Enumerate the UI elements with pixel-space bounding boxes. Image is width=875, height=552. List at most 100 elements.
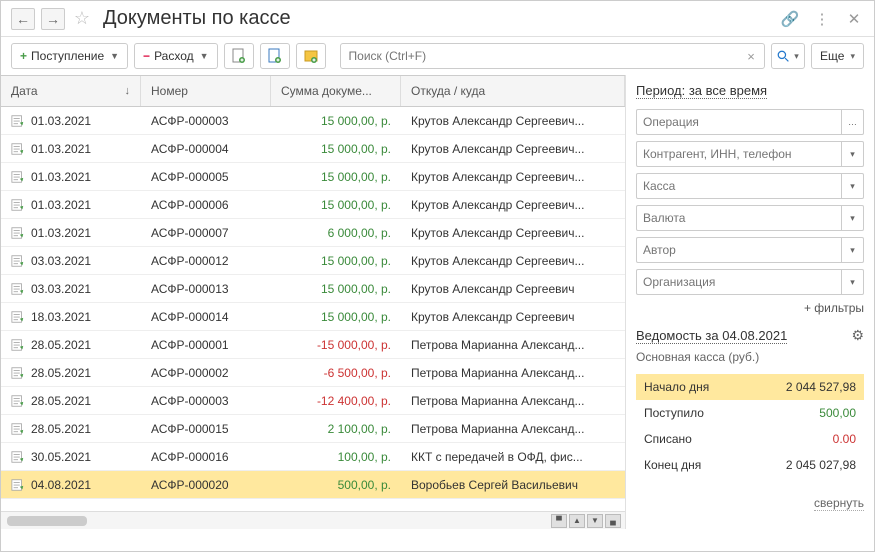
filter-author-dd[interactable]: ▾ [842,237,864,263]
col-where[interactable]: Откуда / куда [401,76,625,106]
link-icon[interactable]: 🔗 [780,9,800,29]
doc-action-2-button[interactable] [260,43,290,69]
search-input[interactable] [340,43,766,69]
cell-where: Крутов Александр Сергеевич [401,278,625,300]
cell-date: 01.03.2021 [31,114,91,128]
cell-amount: 6 000,00, р. [271,222,401,244]
scroll-first-button[interactable]: ▀ [551,514,567,528]
cell-where: Петрова Марианна Александ... [401,334,625,356]
document-icon [11,478,25,492]
plus-icon: + [20,49,27,63]
favorite-icon[interactable]: ☆ [71,8,93,30]
statement-row-value: 500,00 [819,406,856,420]
table-row[interactable]: 28.05.2021АСФР-000001-15 000,00, р.Петро… [1,331,625,359]
statement-row: Начало дня2 044 527,98 [636,374,864,400]
scroll-down-button[interactable]: ▼ [587,514,603,528]
scroll-last-button[interactable]: ▄ [605,514,621,528]
document-icon [11,282,25,296]
filter-cash-dd[interactable]: ▾ [842,173,864,199]
period-link[interactable]: Период: за все время [636,83,767,99]
filter-org-dd[interactable]: ▾ [842,269,864,295]
cell-where: Петрова Марианна Александ... [401,418,625,440]
cell-number: АСФР-000005 [141,166,271,188]
toolbar: + Поступление ▼ − Расход ▼ × ▾ Еще ▾ [1,37,874,75]
cell-date: 01.03.2021 [31,170,91,184]
more-button[interactable]: Еще ▾ [811,43,864,69]
table-row[interactable]: 28.05.2021АСФР-000002-6 500,00, р.Петров… [1,359,625,387]
cell-where: Крутов Александр Сергеевич... [401,138,625,160]
filter-operation-more[interactable]: … [842,109,864,135]
cell-where: Петрова Марианна Александ... [401,362,625,384]
forward-button[interactable]: → [41,8,65,30]
table-row[interactable]: 28.05.2021АСФР-0000152 100,00, р.Петрова… [1,415,625,443]
scroll-thumb[interactable] [7,516,87,526]
collapse-link[interactable]: свернуть [814,496,864,511]
document-table: Дата ↓ Номер Сумма докуме... Откуда / куд… [1,75,626,529]
filter-counterparty-dd[interactable]: ▾ [842,141,864,167]
document-icon [11,254,25,268]
page-title: Документы по кассе [103,7,768,30]
sort-down-icon: ↓ [125,85,131,97]
document-icon [11,226,25,240]
search-button[interactable]: ▾ [771,43,805,69]
cell-date: 03.03.2021 [31,254,91,268]
filter-cash[interactable] [636,173,842,199]
cell-number: АСФР-000006 [141,194,271,216]
cell-date: 04.08.2021 [31,478,91,492]
col-sum[interactable]: Сумма докуме... [271,76,401,106]
cell-date: 28.05.2021 [31,338,91,352]
doc-action-3-button[interactable] [296,43,326,69]
filter-author[interactable] [636,237,842,263]
filter-org[interactable] [636,269,842,295]
table-row[interactable]: 01.03.2021АСФР-00000615 000,00, р.Крутов… [1,191,625,219]
cell-where: Крутов Александр Сергеевич... [401,222,625,244]
cell-amount: 15 000,00, р. [271,278,401,300]
caret-down-icon: ▾ [794,51,799,62]
col-date[interactable]: Дата ↓ [1,76,141,106]
table-row[interactable]: 18.03.2021АСФР-00001415 000,00, р.Крутов… [1,303,625,331]
cell-where: ККТ с передачей в ОФД, фис... [401,446,625,468]
table-row[interactable]: 01.03.2021АСФР-00000415 000,00, р.Крутов… [1,135,625,163]
col-number[interactable]: Номер [141,76,271,106]
cell-number: АСФР-000014 [141,306,271,328]
back-button[interactable]: ← [11,8,35,30]
doc-action-1-button[interactable] [224,43,254,69]
document-icon [11,142,25,156]
cell-number: АСФР-000016 [141,446,271,468]
cell-where: Крутов Александр Сергеевич [401,306,625,328]
filter-operation[interactable] [636,109,842,135]
menu-icon[interactable]: ⋮ [812,9,832,29]
filter-currency-dd[interactable]: ▾ [842,205,864,231]
close-icon[interactable]: ✕ [844,9,864,29]
window-header: ← → ☆ Документы по кассе 🔗 ⋮ ✕ [1,1,874,37]
cell-where: Крутов Александр Сергеевич... [401,166,625,188]
cell-amount: 15 000,00, р. [271,306,401,328]
cell-where: Крутов Александр Сергеевич... [401,110,625,132]
table-row[interactable]: 28.05.2021АСФР-000003-12 400,00, р.Петро… [1,387,625,415]
table-row[interactable]: 04.08.2021АСФР-000020500,00, р.Воробьев … [1,471,625,499]
gear-icon[interactable]: ⚙ [851,327,864,344]
cell-amount: 15 000,00, р. [271,110,401,132]
table-row[interactable]: 01.03.2021АСФР-0000076 000,00, р.Крутов … [1,219,625,247]
cell-where: Петрова Марианна Александ... [401,390,625,412]
filter-currency[interactable] [636,205,842,231]
cell-number: АСФР-000007 [141,222,271,244]
search-clear-icon[interactable]: × [741,46,761,66]
cell-number: АСФР-000015 [141,418,271,440]
statement-row-value: 2 045 027,98 [786,458,856,472]
scroll-up-button[interactable]: ▲ [569,514,585,528]
table-body: 01.03.2021АСФР-00000315 000,00, р.Крутов… [1,107,625,511]
filter-counterparty[interactable] [636,141,842,167]
col-date-label: Дата [11,84,38,98]
table-row[interactable]: 30.05.2021АСФР-000016100,00, р.ККТ с пер… [1,443,625,471]
table-row[interactable]: 03.03.2021АСФР-00001215 000,00, р.Крутов… [1,247,625,275]
income-button[interactable]: + Поступление ▼ [11,43,128,69]
table-row[interactable]: 03.03.2021АСФР-00001315 000,00, р.Крутов… [1,275,625,303]
table-row[interactable]: 01.03.2021АСФР-00000515 000,00, р.Крутов… [1,163,625,191]
add-filters-link[interactable]: + фильтры [636,301,864,315]
document-icon [11,450,25,464]
expense-button[interactable]: − Расход ▼ [134,43,218,69]
table-row[interactable]: 01.03.2021АСФР-00000315 000,00, р.Крутов… [1,107,625,135]
statement-subtitle: Основная касса (руб.) [636,350,864,364]
statement-link[interactable]: Ведомость за 04.08.2021 [636,328,787,344]
